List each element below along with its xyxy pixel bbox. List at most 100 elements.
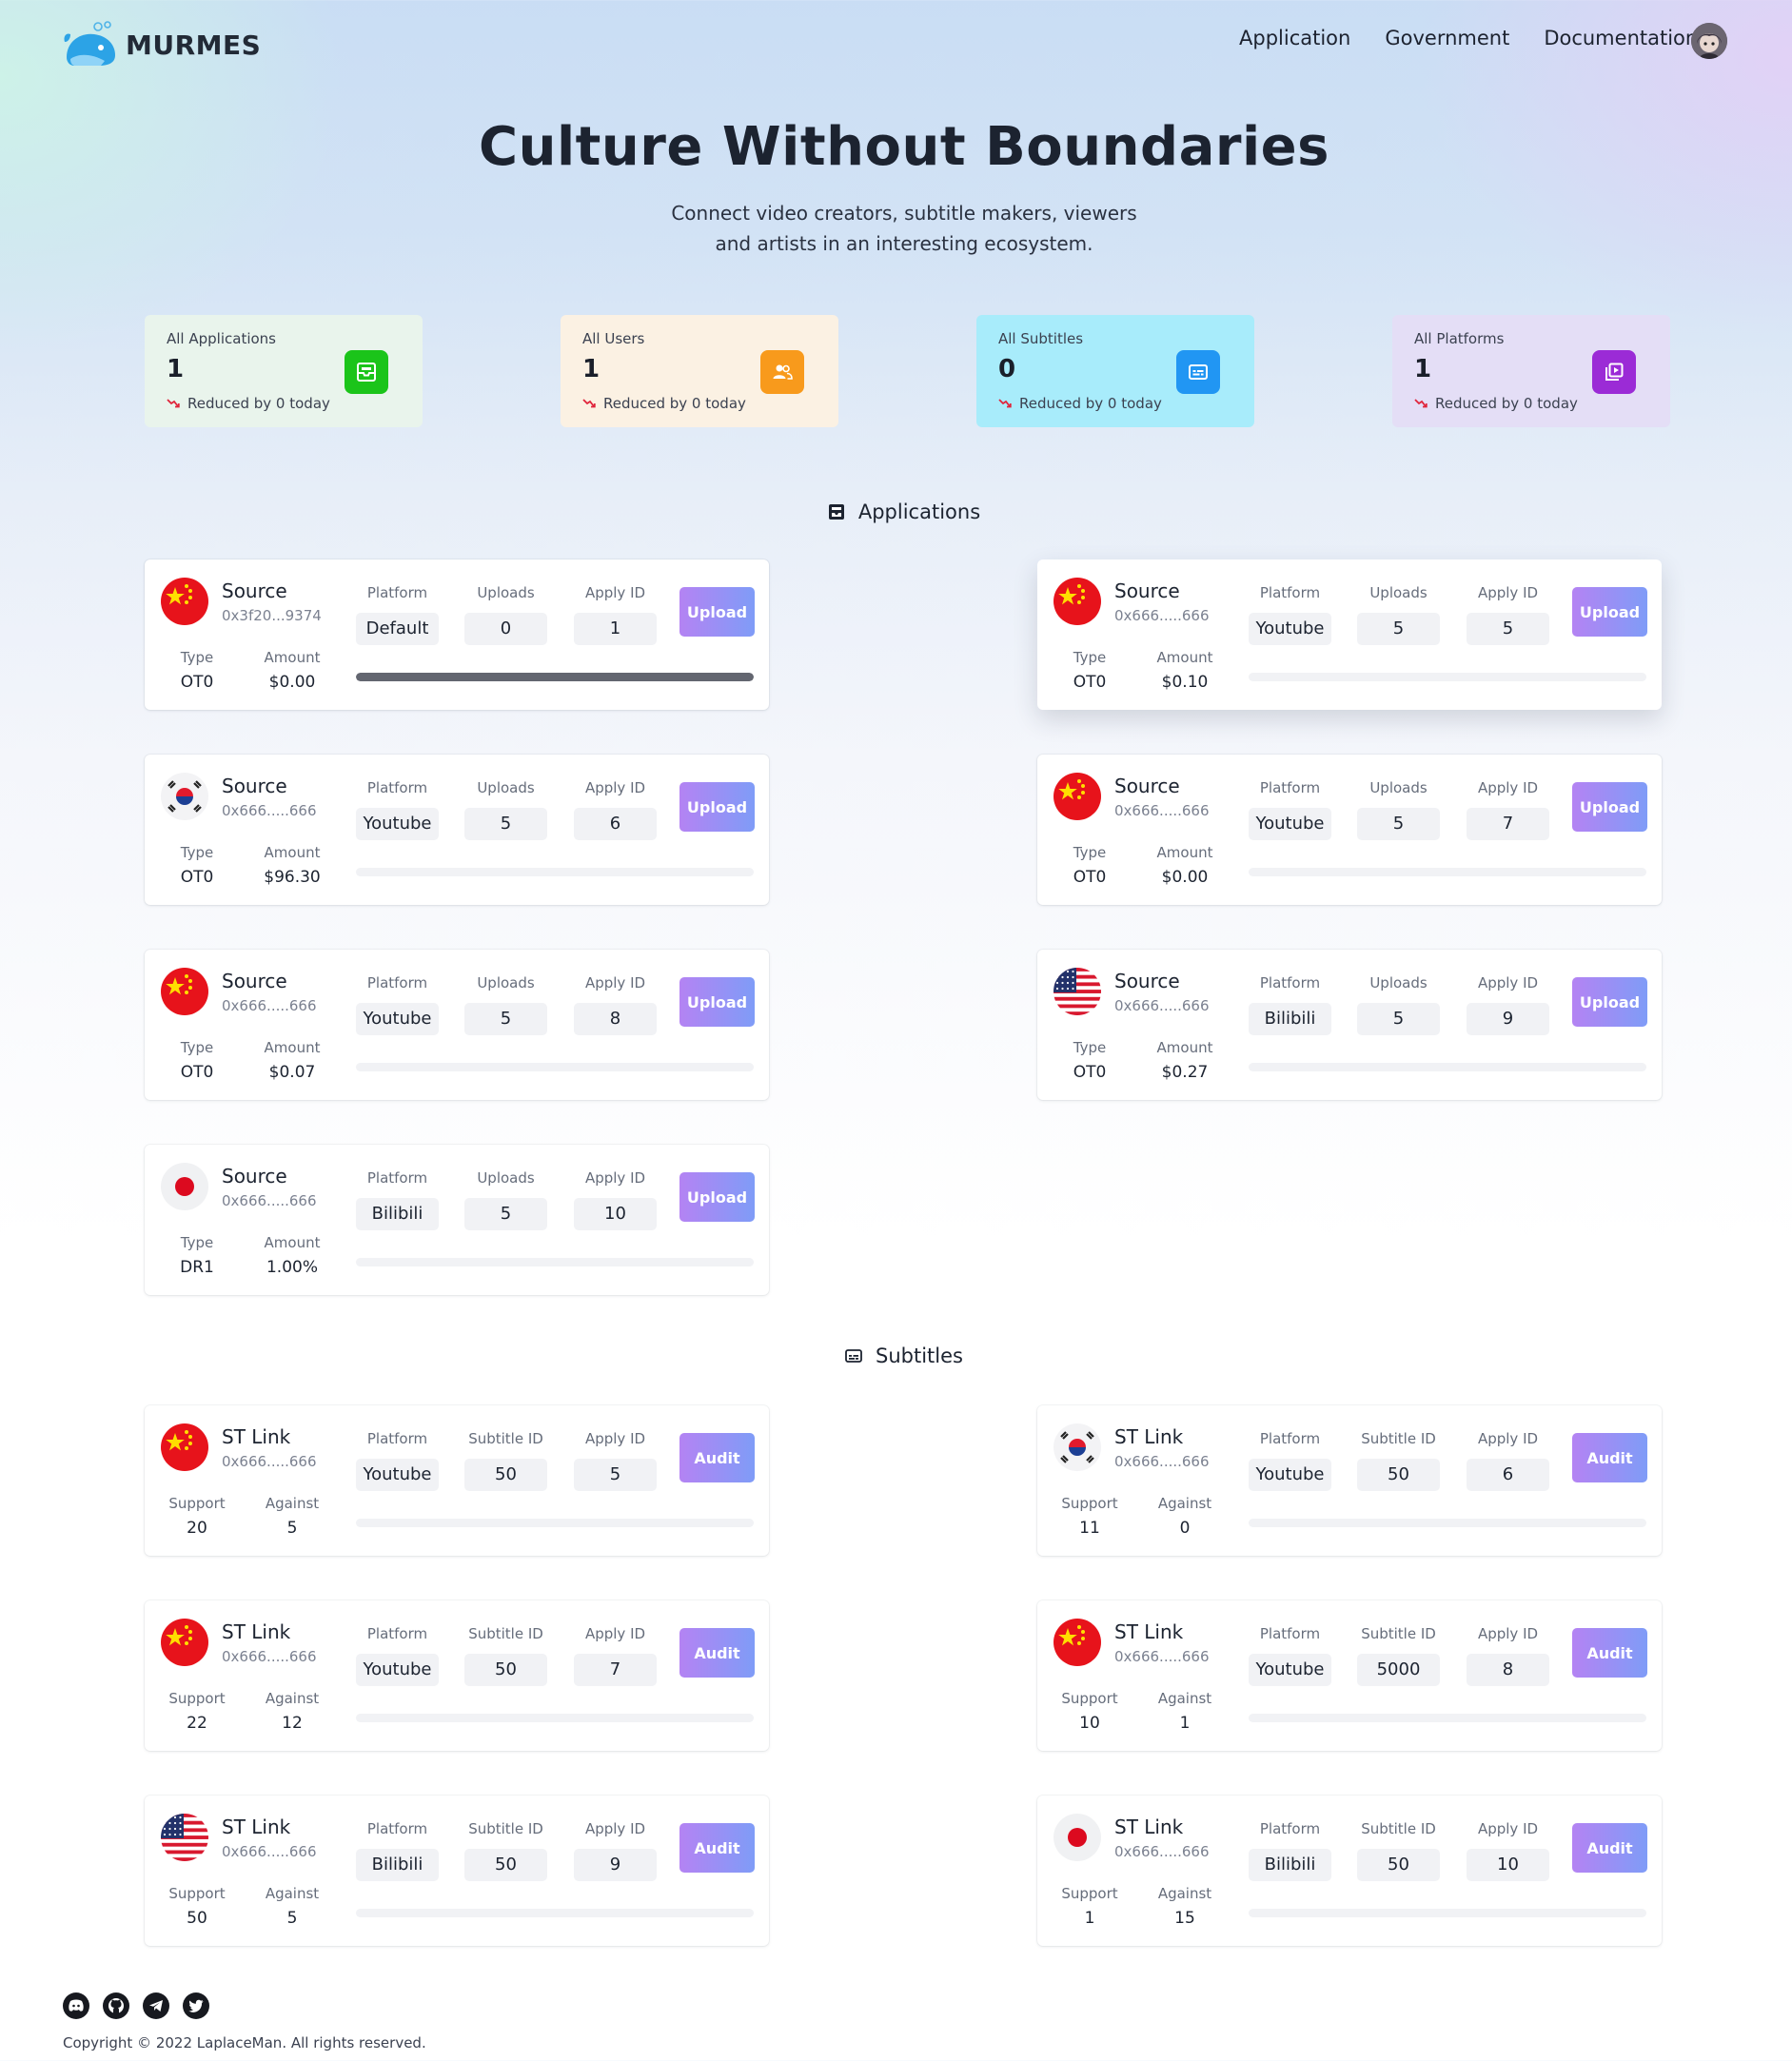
upload-button[interactable]: Upload [679,1172,755,1222]
audit-button[interactable]: Audit [1572,1433,1647,1482]
applications-title-text: Applications [857,501,981,523]
against-field: Against 15 [1137,1885,1232,1928]
support-value: 11 [1079,1519,1100,1538]
brand-logo[interactable]: MURMES [63,21,261,69]
whale-logo-icon [63,21,120,69]
audit-button[interactable]: Audit [1572,1823,1647,1873]
subtitle-id-column: Subtitle ID 5000 [1357,1625,1440,1686]
apply-id-label: Apply ID [1477,1625,1539,1642]
upload-button[interactable]: Upload [679,587,755,637]
platform-value: Youtube [356,1654,439,1686]
upload-button[interactable]: Upload [1572,977,1647,1027]
card-title: ST Link [222,1816,291,1838]
subtitle-id-value: 50 [464,1654,547,1686]
subtitles-icon [1176,350,1220,394]
support-field: Support 10 [1042,1690,1137,1733]
application-card[interactable]: Source 0x666.....666 Platform Youtube Upload… [145,755,769,905]
nav-government[interactable]: Government [1385,27,1509,49]
card-title: Source [222,579,287,602]
progress-bar [356,868,754,876]
uploads-column: Uploads 5 [1357,974,1440,1035]
upload-button[interactable]: Upload [1572,782,1647,832]
cn-flag-icon [161,1619,208,1666]
platform-label: Platform [1259,974,1321,991]
user-avatar[interactable] [1691,23,1727,59]
progress-bar [1249,673,1646,681]
against-field: Against 5 [245,1885,340,1928]
platform-value: Youtube [1249,808,1331,840]
subtitle-card[interactable]: ST Link 0x666.....666 Platform Youtube Subti… [1037,1405,1662,1556]
progress-fill [356,673,754,681]
stat-trend-text: Reduced by 0 today [603,395,746,412]
uploads-column: Uploads 0 [464,584,547,645]
audit-button[interactable]: Audit [679,1433,755,1482]
apply-id-column: Apply ID 8 [1467,1625,1549,1686]
application-card[interactable]: Source 0x666.....666 Platform Bilibili Uploa… [145,1145,769,1295]
amount-value: $96.30 [264,868,321,887]
platform-value: Youtube [1249,1459,1331,1491]
subtitle-card[interactable]: ST Link 0x666.....666 Platform Bilibili Subt… [145,1796,769,1946]
against-value: 1 [1179,1714,1191,1733]
against-field: Against 1 [1137,1690,1232,1733]
upload-button[interactable]: Upload [679,782,755,832]
against-field: Against 0 [1137,1495,1232,1538]
stat-trend-text: Reduced by 0 today [187,395,330,412]
type-field: Type OT0 [1042,844,1137,887]
card-address: 0x666.....666 [222,1192,317,1209]
platform-column: Platform Bilibili [1249,974,1331,1035]
audit-button[interactable]: Audit [679,1628,755,1678]
subtitle-id-column: Subtitle ID 50 [464,1625,547,1686]
uploads-label: Uploads [1369,974,1428,991]
platform-value: Youtube [356,1459,439,1491]
support-field: Support 20 [149,1495,245,1538]
subtitle-card[interactable]: ST Link 0x666.....666 Platform Youtube Subti… [145,1600,769,1751]
card-title: Source [222,970,287,992]
support-value: 22 [187,1714,207,1733]
audit-button[interactable]: Audit [1572,1628,1647,1678]
platform-column: Platform Bilibili [1249,1820,1331,1881]
apply-id-column: Apply ID 6 [574,779,657,840]
upload-button[interactable]: Upload [1572,587,1647,637]
application-card[interactable]: Source 0x666.....666 Platform Youtube Upload… [1037,559,1662,710]
subtitle-card[interactable]: ST Link 0x666.....666 Platform Youtube Subti… [1037,1600,1662,1751]
stat-value: 0 [998,355,1016,383]
cn-flag-icon [1054,1619,1101,1666]
platform-column: Platform Youtube [1249,1625,1331,1686]
platform-column: Platform Youtube [1249,1430,1331,1491]
uploads-label: Uploads [1369,779,1428,796]
discord-icon[interactable] [63,1992,89,2019]
application-card[interactable]: Source 0x666.....666 Platform Youtube Upload… [145,950,769,1100]
application-card[interactable]: Source 0x666.....666 Platform Bilibili Uploa… [1037,950,1662,1100]
video-library-icon [1592,350,1636,394]
apply-id-column: Apply ID 7 [1467,779,1549,840]
uploads-label: Uploads [477,584,535,601]
github-icon[interactable] [103,1992,129,2019]
apply-id-column: Apply ID 5 [1467,584,1549,645]
application-card[interactable]: Source 0x3f20...9374 Platform Default Upload… [145,559,769,710]
users-icon [760,350,804,394]
type-value: OT0 [1073,868,1107,887]
telegram-icon[interactable] [143,1992,169,2019]
top-nav: Application Government Documentation [1239,27,1698,49]
amount-label: Amount [1156,1039,1213,1056]
upload-button[interactable]: Upload [679,977,755,1027]
subtitle-card[interactable]: ST Link 0x666.....666 Platform Bilibili Subt… [1037,1796,1662,1946]
card-title: Source [1114,579,1180,602]
progress-bar [356,1519,754,1527]
apply-id-value: 9 [574,1849,657,1881]
jp-flag-icon [161,1163,208,1210]
amount-label: Amount [264,1039,321,1056]
platform-value: Bilibili [1249,1003,1331,1035]
subtitle-id-label: Subtitle ID [468,1430,543,1447]
brand-name: MURMES [126,29,262,61]
subtitle-card[interactable]: ST Link 0x666.....666 Platform Youtube Subti… [145,1405,769,1556]
card-address: 0x666.....666 [222,997,317,1014]
uploads-column: Uploads 5 [1357,584,1440,645]
nav-application[interactable]: Application [1239,27,1350,49]
application-card[interactable]: Source 0x666.....666 Platform Youtube Upload… [1037,755,1662,905]
twitter-icon[interactable] [183,1992,209,2019]
type-label: Type [180,1234,214,1251]
audit-button[interactable]: Audit [679,1823,755,1873]
apply-id-value: 7 [574,1654,657,1686]
nav-documentation[interactable]: Documentation [1544,27,1698,49]
